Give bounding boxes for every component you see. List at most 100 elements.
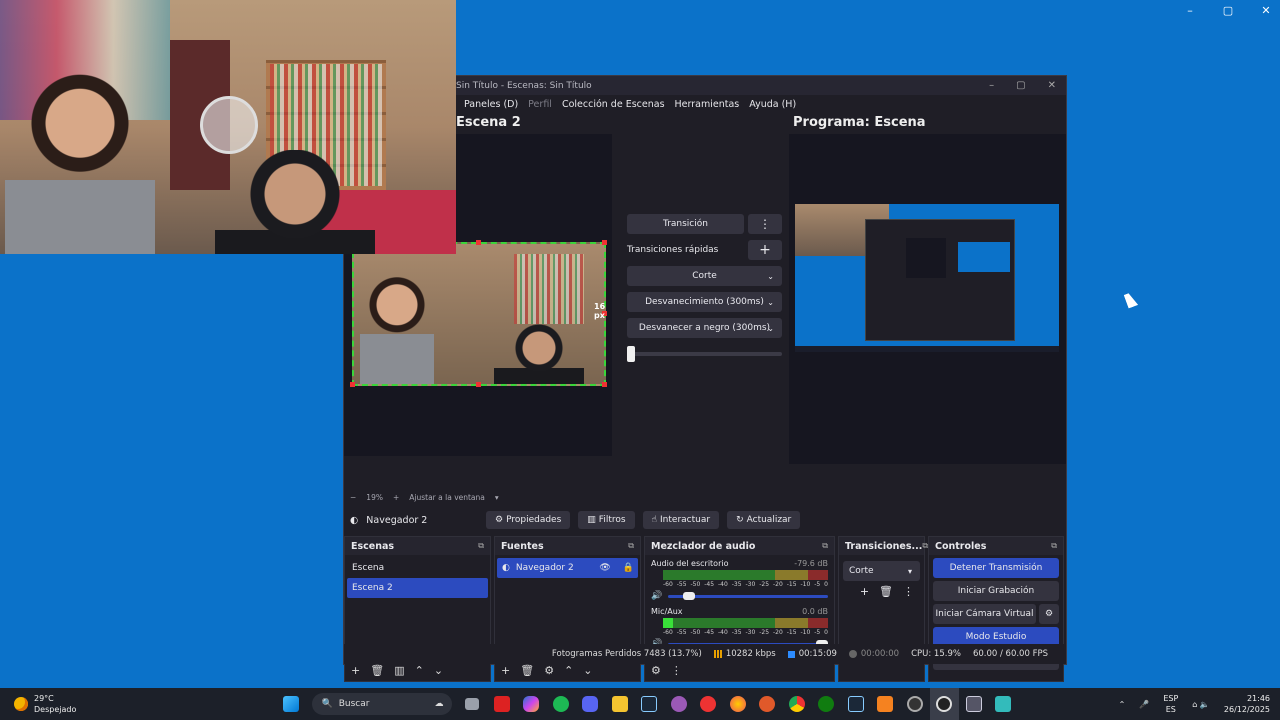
controller-app-icon[interactable]	[664, 688, 694, 720]
add-quick-transition-icon[interactable]: +	[748, 240, 782, 260]
quick-transition-cut[interactable]: Corte ⌄	[627, 266, 782, 286]
resize-handle[interactable]	[602, 240, 607, 245]
move-up-icon[interactable]: ⌃	[415, 664, 424, 677]
acrobat-icon[interactable]	[487, 688, 517, 720]
maximize-icon[interactable]: ▢	[1016, 80, 1025, 91]
menu-tools[interactable]: Herramientas	[675, 99, 740, 110]
undock-icon[interactable]: ⧉	[1051, 541, 1057, 551]
meter-tick: -45	[704, 581, 715, 588]
gear-icon[interactable]: ⚙	[544, 664, 554, 677]
close-icon[interactable]: ✕	[1260, 4, 1272, 17]
network-volume-icon[interactable]: ⌂ 🔈	[1192, 700, 1210, 709]
chevron-up-icon[interactable]: ⌃	[1119, 700, 1126, 709]
undock-icon[interactable]: ⧉	[822, 541, 828, 551]
menu-profile[interactable]: Perfil	[528, 99, 552, 110]
menu-panels[interactable]: Paneles (D)	[464, 99, 518, 110]
resize-handle[interactable]	[602, 382, 607, 387]
volume-knob[interactable]	[682, 591, 695, 600]
status-bar: Fotogramas Perdidos 7483 (13.7%) 10282 k…	[344, 644, 1066, 664]
eye-icon[interactable]: 👁	[599, 563, 610, 573]
filter-icon[interactable]: ▥	[394, 664, 404, 677]
zoom-out-button[interactable]: −	[350, 493, 356, 502]
spotify-icon[interactable]	[546, 688, 576, 720]
zoom-bar: − 19% + Ajustar a la ventana ▾	[344, 490, 614, 504]
obs-icon[interactable]	[929, 688, 959, 720]
add-icon[interactable]: +	[501, 664, 510, 677]
gear-icon[interactable]: ⚙	[1039, 604, 1059, 624]
lock-icon[interactable]: 🔒	[623, 563, 634, 573]
start-recording-button[interactable]: Iniciar Grabación	[933, 581, 1059, 601]
chevron-down-icon[interactable]: ▾	[495, 493, 499, 502]
move-down-icon[interactable]: ⌄	[583, 664, 592, 677]
speaker-icon[interactable]: 🔊	[651, 591, 662, 601]
window-app-icon[interactable]	[959, 688, 989, 720]
video-app-icon[interactable]	[694, 688, 724, 720]
resize-handle[interactable]	[476, 240, 481, 245]
properties-button[interactable]: ⚙ Propiedades	[486, 511, 571, 529]
undock-icon[interactable]: ⧉	[628, 541, 634, 551]
add-icon[interactable]: +	[351, 664, 360, 677]
search-input[interactable]: 🔍 Buscar ☁	[311, 693, 452, 715]
quick-transition-fade-black[interactable]: Desvanecer a negro (300ms) ⌄	[627, 318, 782, 338]
start-icon[interactable]	[276, 688, 306, 720]
more-options-icon[interactable]: ⋮	[748, 214, 782, 234]
game-launcher-icon[interactable]	[753, 688, 783, 720]
transition-select[interactable]: Corte ▾	[843, 561, 920, 581]
volume-slider[interactable]	[668, 591, 828, 600]
undock-icon[interactable]: ⧉	[478, 541, 484, 551]
discord-icon[interactable]	[576, 688, 606, 720]
steelseries-icon[interactable]	[900, 688, 930, 720]
scene-item-selected[interactable]: Escena 2	[347, 578, 488, 598]
add-icon[interactable]: +	[860, 585, 869, 598]
stop-stream-button[interactable]: Detener Transmisión	[933, 558, 1059, 578]
channel-name: Mic/Aux	[651, 607, 683, 616]
quick-transition-fade[interactable]: Desvanecimiento (300ms) ⌄	[627, 292, 782, 312]
filters-button[interactable]: ▥ Filtros	[578, 511, 635, 529]
transition-button[interactable]: Transición	[627, 214, 744, 234]
zoom-in-button[interactable]: +	[393, 493, 399, 502]
interact-button[interactable]: ☝ Interactuar	[642, 511, 720, 529]
meter-tick: -15	[786, 581, 797, 588]
move-up-icon[interactable]: ⌃	[564, 664, 573, 677]
webcam-feed	[0, 0, 456, 254]
tbar-slider[interactable]	[627, 346, 782, 362]
copilot-icon[interactable]	[517, 688, 547, 720]
trash-icon[interactable]: 🗑	[370, 664, 384, 677]
resize-handle[interactable]	[476, 382, 481, 387]
minimize-icon[interactable]: –	[989, 80, 994, 91]
clock[interactable]: 21:46 26/12/2025	[1224, 693, 1270, 715]
menu-scene-collection[interactable]: Colección de Escenas	[562, 99, 665, 110]
minimize-icon[interactable]: –	[1184, 4, 1196, 17]
xbox-icon[interactable]	[812, 688, 842, 720]
scene-item[interactable]: Escena	[347, 558, 488, 578]
source-item[interactable]: ◐ Navegador 2 👁 🔒	[497, 558, 638, 578]
microphone-icon[interactable]: 🎤	[1139, 700, 1149, 709]
steam-icon[interactable]	[841, 688, 871, 720]
weather-widget[interactable]: 29°C Despejado	[0, 693, 270, 715]
tbar-slider-knob[interactable]	[627, 346, 635, 362]
hand-icon: ☝	[651, 515, 658, 525]
zoom-fit-select[interactable]: Ajustar a la ventana	[409, 493, 485, 502]
dropped-frames: Fotogramas Perdidos 7483 (13.7%)	[551, 649, 702, 659]
trash-icon[interactable]: 🗑	[879, 585, 893, 598]
resize-handle[interactable]	[350, 382, 355, 387]
more-options-icon[interactable]: ⋮	[903, 585, 914, 598]
advanced-audio-icon[interactable]: ⚙	[651, 664, 661, 677]
language-indicator[interactable]: ESP ES	[1163, 693, 1178, 715]
app-icon[interactable]	[871, 688, 901, 720]
task-view-icon[interactable]	[458, 688, 488, 720]
file-explorer-icon[interactable]	[605, 688, 635, 720]
refresh-button[interactable]: ↻ Actualizar	[727, 511, 801, 529]
notepad-icon[interactable]	[989, 688, 1019, 720]
steam-icon[interactable]	[635, 688, 665, 720]
menu-help[interactable]: Ayuda (H)	[749, 99, 796, 110]
maximize-icon[interactable]: ▢	[1222, 4, 1234, 17]
chrome-icon[interactable]	[782, 688, 812, 720]
trash-icon[interactable]: 🗑	[520, 664, 534, 677]
firefox-icon[interactable]	[723, 688, 753, 720]
start-virtual-cam-button[interactable]: Iniciar Cámara Virtual	[933, 604, 1036, 624]
more-options-icon[interactable]: ⋮	[671, 664, 682, 677]
move-down-icon[interactable]: ⌄	[434, 664, 443, 677]
close-icon[interactable]: ✕	[1048, 80, 1056, 91]
browser-source-item[interactable]	[352, 242, 606, 386]
